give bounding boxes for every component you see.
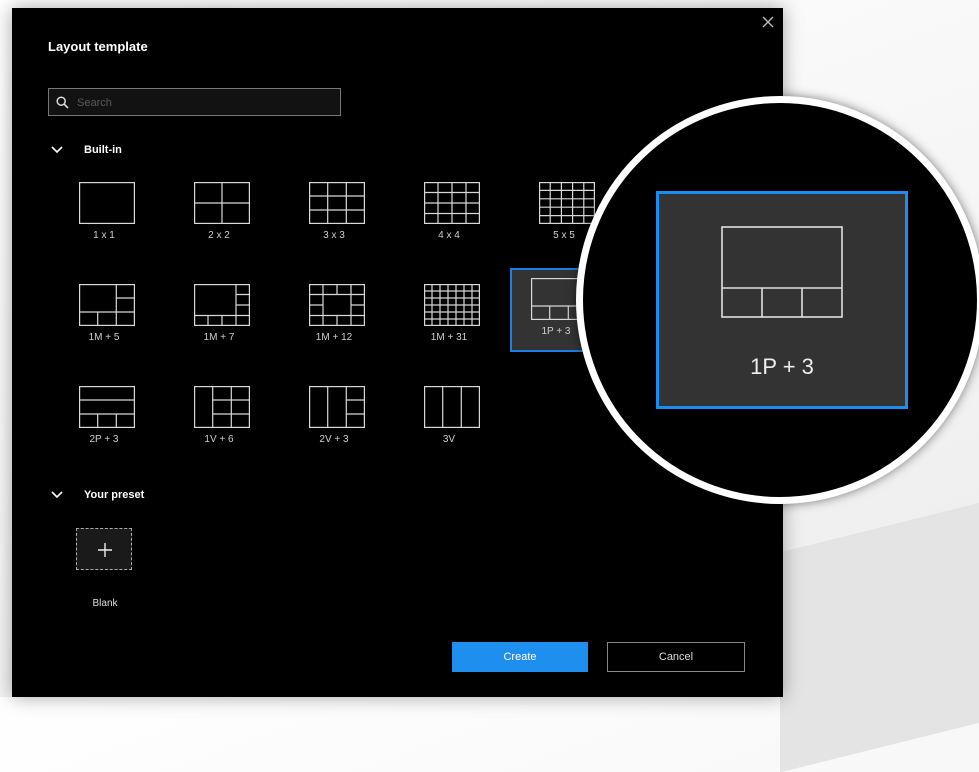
close-icon[interactable] [760,14,776,30]
search-field[interactable] [48,88,341,116]
layout-label: 4 x 4 [438,230,460,241]
layout-label: 1M + 31 [430,332,468,343]
layout-label: 1 x 1 [93,230,115,241]
background-shape [780,487,979,772]
layout-1m12-icon [309,284,365,326]
search-input[interactable] [75,93,334,113]
builtin-section-label: Built-in [84,144,122,156]
layout-5x5-icon [539,182,595,224]
preset-section-toggle[interactable]: Your preset [50,487,144,503]
layout-tile-1x1[interactable]: 1 x 1 [58,172,150,256]
layout-1p3-icon [721,226,843,318]
preset-section-label: Your preset [84,489,145,501]
layout-label: 1M + 12 [315,332,353,343]
layout-2p3-icon [79,386,135,428]
layout-tile-1m7[interactable]: 1M + 7 [173,274,265,358]
zoom-callout: 1P + 3 [576,96,979,504]
layout-tile-3v[interactable]: 3V [403,376,495,460]
layout-3v-icon [424,386,480,428]
plus-icon [98,543,112,557]
blank-preset-label: Blank [92,598,118,609]
layout-4x4-icon [424,182,480,224]
layout-label: 1M + 7 [203,332,235,343]
layout-label: 1M + 5 [88,332,120,343]
layout-tile-2v3[interactable]: 2V + 3 [288,376,380,460]
layout-label: 2V + 3 [319,434,349,445]
layout-1m7-icon [194,284,250,326]
layout-label: 2 x 2 [208,230,230,241]
search-icon [56,96,69,109]
layout-2x2-icon [194,182,250,224]
builtin-section-toggle[interactable]: Built-in [50,142,122,158]
zoomed-layout-label: 1P + 3 [750,354,814,379]
dialog-title: Layout template [48,39,148,54]
cancel-button[interactable]: Cancel [607,642,745,672]
layout-tile-1v6[interactable]: 1V + 6 [173,376,265,460]
layout-1m31-icon [424,284,480,326]
layout-tile-4x4[interactable]: 4 x 4 [403,172,495,256]
layout-1m5-icon [79,284,135,326]
layout-label: 3 x 3 [323,230,345,241]
layout-label: 2P + 3 [89,434,119,445]
layout-tile-1m12[interactable]: 1M + 12 [288,274,380,358]
chevron-down-icon [51,491,63,499]
chevron-down-icon [51,146,63,154]
layout-tile-2x2[interactable]: 2 x 2 [173,172,265,256]
create-button[interactable]: Create [452,642,588,672]
layout-label: 3V [442,434,456,445]
layout-tile-3x3[interactable]: 3 x 3 [288,172,380,256]
layout-1x1-icon [79,182,135,224]
blank-preset-tile[interactable]: Blank [76,528,136,618]
layout-tile-1m5[interactable]: 1M + 5 [58,274,150,358]
zoomed-layout-tile-1p3: 1P + 3 [656,191,908,409]
layout-label: 1V + 6 [204,434,234,445]
layout-3x3-icon [309,182,365,224]
layout-tile-1m31[interactable]: 1M + 31 [403,274,495,358]
layout-2v3-icon [309,386,365,428]
layout-tile-2p3[interactable]: 2P + 3 [58,376,150,460]
layout-1v6-icon [194,386,250,428]
blank-preset-box [76,528,132,570]
